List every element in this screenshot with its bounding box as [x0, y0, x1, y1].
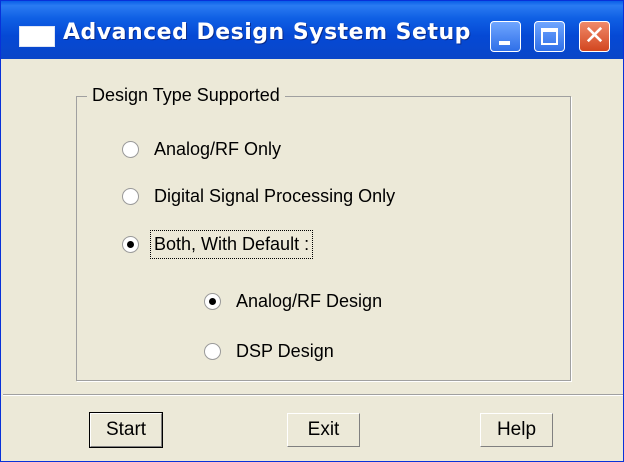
minimize-button[interactable] — [490, 21, 521, 52]
maximize-button[interactable] — [534, 21, 565, 52]
radio-label[interactable]: Digital Signal Processing Only — [154, 186, 395, 207]
maximize-icon — [541, 28, 558, 45]
radio-circle-selected[interactable] — [204, 293, 221, 310]
close-button[interactable]: ✕ — [579, 21, 610, 52]
start-button[interactable]: Start — [89, 412, 163, 448]
radio-label[interactable]: Both, With Default : — [149, 230, 314, 259]
minimize-icon — [499, 41, 510, 45]
help-button[interactable]: Help — [480, 413, 553, 447]
radio-label[interactable]: Analog/RF Only — [154, 139, 281, 160]
radio-label[interactable]: DSP Design — [236, 341, 334, 362]
title-bar[interactable]: Advanced Design System Setup ✕ — [1, 1, 623, 59]
radio-circle[interactable] — [122, 141, 139, 158]
divider — [3, 394, 623, 396]
exit-button[interactable]: Exit — [287, 413, 360, 447]
design-type-group — [76, 96, 571, 381]
window-title: Advanced Design System Setup — [63, 20, 471, 45]
setup-dialog: Advanced Design System Setup ✕ Design Ty… — [0, 0, 624, 462]
radio-circle-selected[interactable] — [122, 236, 139, 253]
radio-label[interactable]: Analog/RF Design — [236, 291, 382, 312]
radio-circle[interactable] — [122, 188, 139, 205]
group-legend: Design Type Supported — [87, 85, 285, 106]
radio-circle[interactable] — [204, 343, 221, 360]
close-icon: ✕ — [583, 21, 606, 51]
window-icon — [19, 26, 55, 47]
